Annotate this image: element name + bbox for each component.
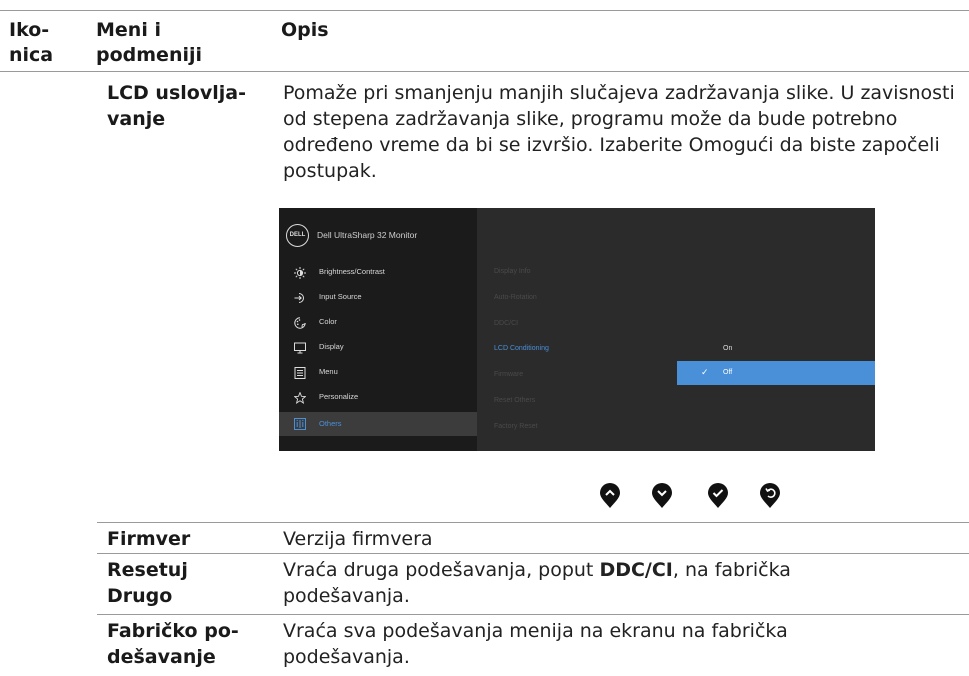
osd-submenu-firmware[interactable]: Firmware: [494, 371, 523, 378]
osd-option-label: Off: [723, 369, 733, 376]
row-label-reset-others: Resetuj Drugo: [107, 559, 188, 607]
osd-option-on[interactable]: On: [677, 337, 875, 361]
row-rule: [97, 553, 969, 554]
osd-submenu-factory-reset[interactable]: Factory Reset: [494, 423, 538, 430]
osd-menu-item-brightness[interactable]: Brightness/Contrast: [279, 262, 477, 284]
osd-submenu-auto-rotation[interactable]: Auto-Rotation: [494, 294, 537, 301]
confirm-button-icon[interactable]: [707, 483, 729, 509]
osd-menu-item-personalize[interactable]: Personalize: [279, 387, 477, 409]
header-menu-column: Meni i podmeniji: [96, 19, 203, 66]
row-rule: [97, 522, 969, 523]
menu-icon: [294, 367, 306, 379]
top-rule: [0, 10, 969, 11]
osd-menu-label: Personalize: [319, 392, 359, 401]
row-rule: [97, 614, 969, 615]
color-icon: [294, 317, 306, 329]
display-icon: [294, 342, 306, 354]
osd-submenu-ddc-ci[interactable]: DDC/CI: [494, 320, 518, 327]
ddc-ci-bold: DDC/CI: [599, 559, 673, 581]
osd-submenu-reset-others[interactable]: Reset Others: [494, 397, 535, 404]
osd-menu-item-others[interactable]: Others: [279, 412, 477, 436]
osd-submenu-lcd-conditioning[interactable]: LCD Conditioning: [494, 345, 549, 352]
row-desc-factory-reset: Vraća sva podešavanja menija na ekranu n…: [283, 620, 788, 668]
osd-menu-screenshot: DELL Dell UltraSharp 32 Monitor Brightne…: [279, 208, 875, 451]
osd-menu-label: Menu: [319, 367, 338, 376]
osd-menu-label: Brightness/Contrast: [319, 267, 385, 276]
header-description-column: Opis: [281, 19, 329, 41]
input-source-icon: [294, 293, 304, 303]
osd-title: Dell UltraSharp 32 Monitor: [317, 230, 418, 240]
osd-menu-label: Display: [319, 342, 344, 351]
osd-menu-item-display[interactable]: Display: [279, 337, 477, 359]
osd-main-menu: DELL Dell UltraSharp 32 Monitor Brightne…: [279, 208, 477, 451]
osd-menu-label: Others: [319, 419, 342, 428]
osd-menu-label: Input Source: [319, 292, 362, 301]
osd-menu-label: Color: [319, 317, 337, 326]
header-icon-column: Iko- nica: [9, 19, 54, 66]
star-icon: [294, 392, 306, 404]
row-label-firmware: Firmver: [107, 528, 191, 550]
down-button-icon[interactable]: [651, 483, 673, 509]
brightness-icon: [294, 267, 306, 279]
dell-logo: DELL: [286, 224, 309, 247]
osd-option-off[interactable]: ✓ Off: [677, 361, 875, 385]
osd-option-label: On: [723, 345, 733, 352]
row-label-factory-reset: Fabričko po- dešavanje: [107, 620, 239, 668]
up-button-icon[interactable]: [599, 483, 621, 509]
osd-menu-item-input-source[interactable]: Input Source: [279, 287, 477, 309]
header-rule: [0, 71, 969, 72]
osd-menu-item-menu[interactable]: Menu: [279, 362, 477, 384]
osd-menu-item-color[interactable]: Color: [279, 312, 477, 334]
row-desc-lcd-conditioning: Pomaže pri smanjenju manjih slučajeva za…: [283, 82, 955, 182]
row-label-lcd-conditioning: LCD uslovlja- vanje: [107, 82, 246, 130]
row-desc-firmware: Verzija firmvera: [283, 528, 433, 550]
check-icon: ✓: [701, 367, 709, 377]
row-desc-reset-others: Vraća druga podešavanja, poput DDC/CI, n…: [283, 559, 791, 607]
back-button-icon[interactable]: [759, 483, 781, 509]
others-icon: [294, 418, 306, 430]
osd-submenu-display-info[interactable]: Display Info: [494, 268, 531, 275]
